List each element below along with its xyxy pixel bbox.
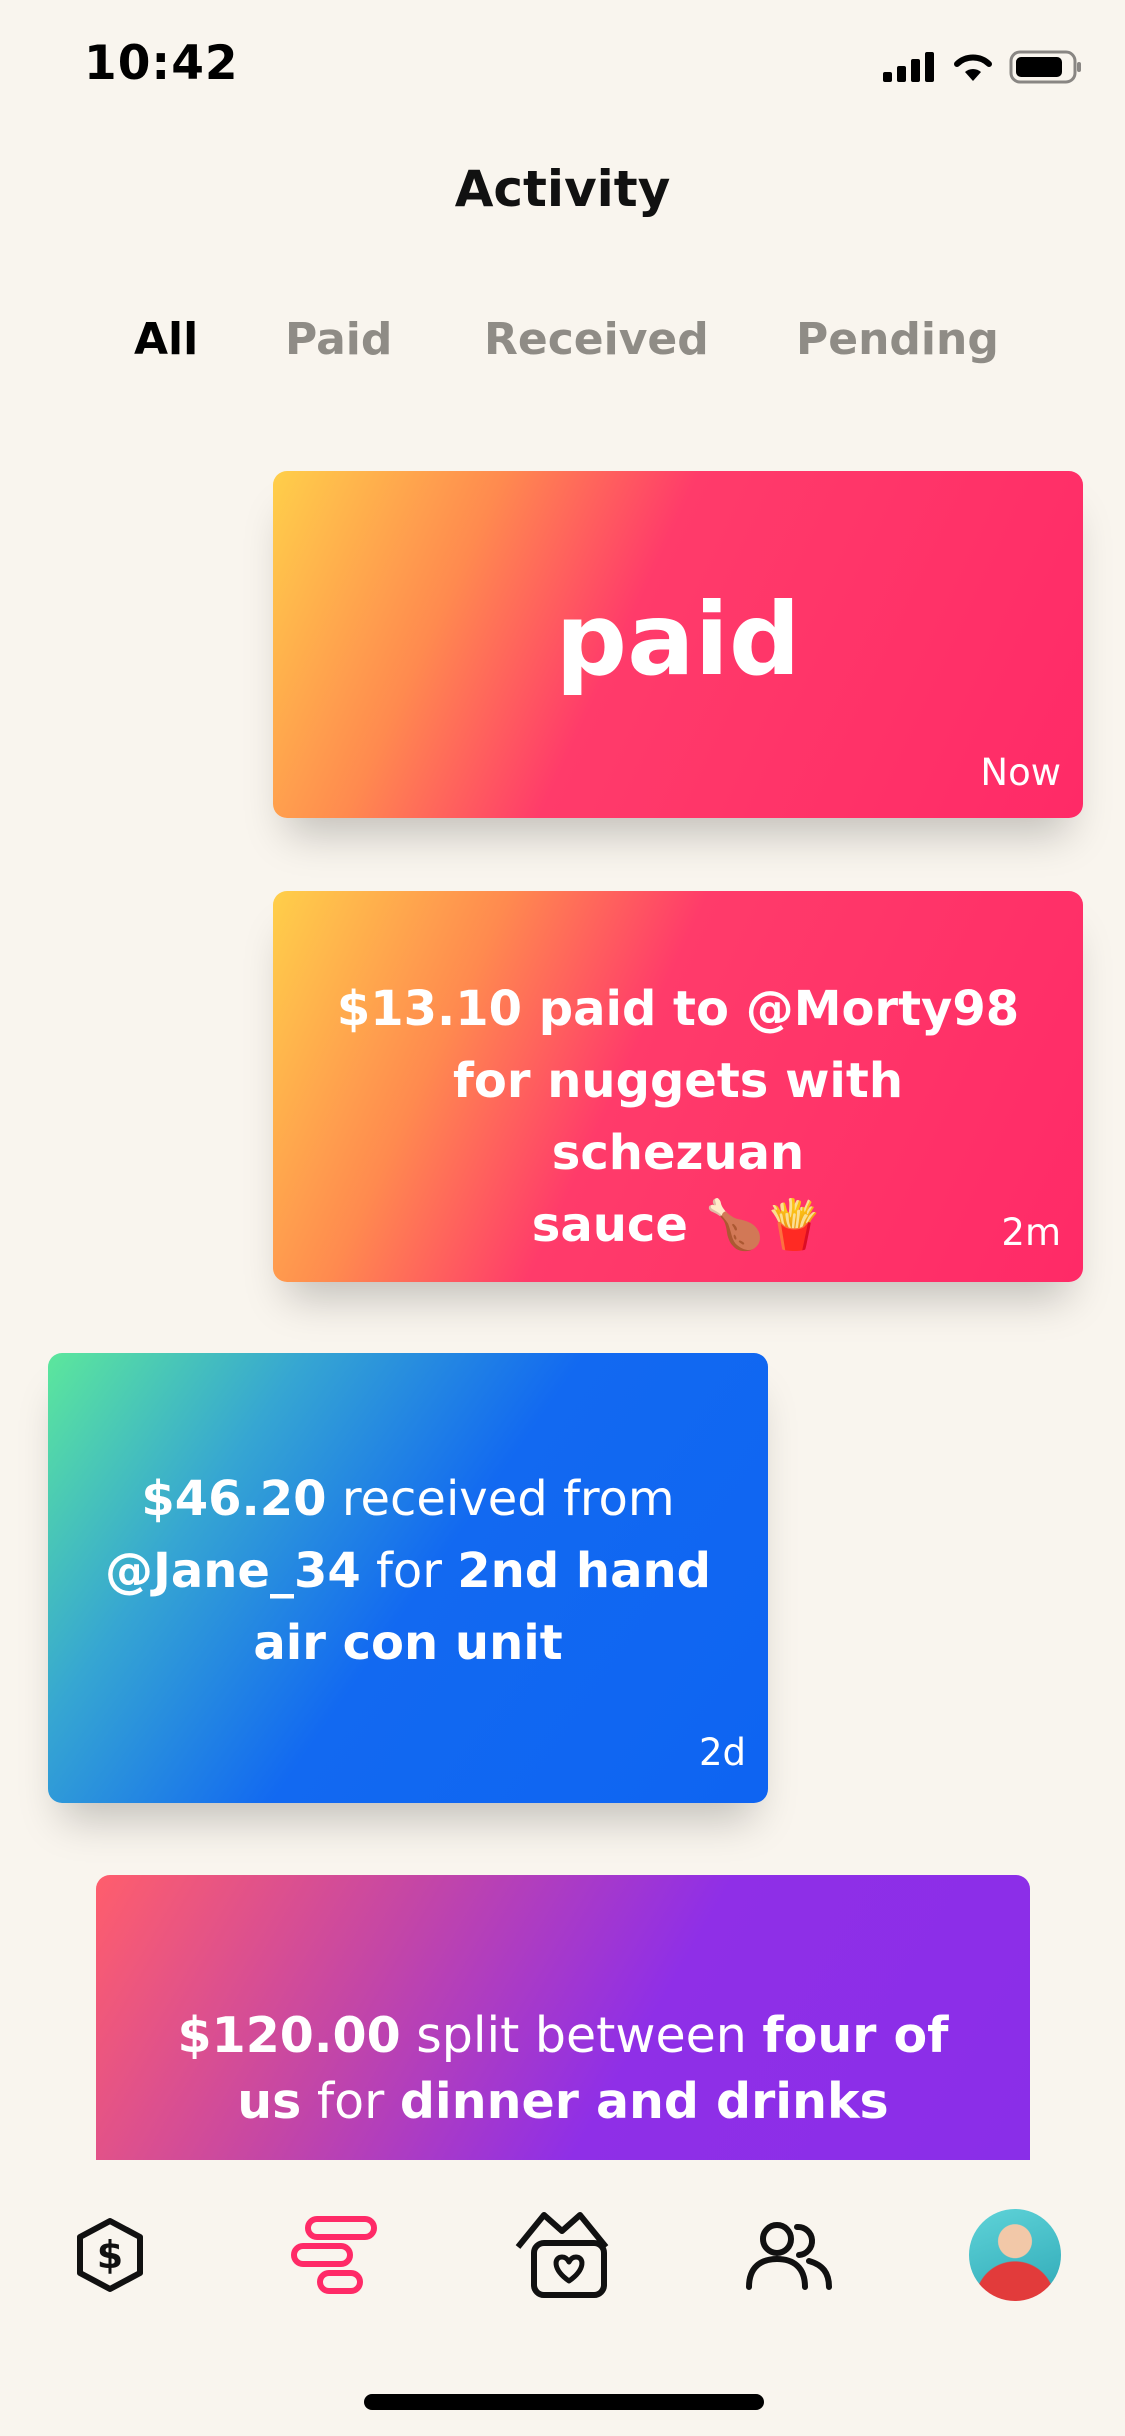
card-amount: $46.20 bbox=[141, 1471, 327, 1527]
people-icon bbox=[746, 2222, 832, 2290]
card-for: for bbox=[301, 2073, 400, 2130]
heart-wallet-icon bbox=[515, 2212, 609, 2298]
tab-paid[interactable]: Paid bbox=[285, 314, 392, 365]
avatar bbox=[969, 2209, 1061, 2301]
card-line: $13.10 paid to @Morty98 bbox=[336, 981, 1020, 1037]
nav-profile[interactable] bbox=[960, 2200, 1070, 2310]
card-item: dinner and drinks bbox=[399, 2073, 889, 2130]
tab-pending[interactable]: Pending bbox=[796, 314, 999, 365]
nav-activity[interactable] bbox=[280, 2200, 390, 2310]
status-icons bbox=[883, 50, 1083, 84]
card-amount: $120.00 bbox=[177, 2007, 401, 2064]
tab-all[interactable]: All bbox=[134, 314, 198, 365]
card-verb: split between bbox=[400, 2007, 763, 2064]
activity-card-paid-now[interactable]: paid Now bbox=[273, 471, 1083, 818]
nav-friends[interactable] bbox=[734, 2200, 844, 2310]
card-headline: paid bbox=[555, 581, 801, 698]
dollar-hexagon-icon: $ bbox=[77, 2218, 143, 2292]
nav-pay[interactable]: $ bbox=[55, 2200, 165, 2310]
card-time: 2d bbox=[698, 1731, 746, 1774]
card-time: 2m bbox=[1001, 1211, 1061, 1254]
activity-card-split-dinner[interactable]: $120.00 split between four of us for din… bbox=[96, 1875, 1030, 2165]
card-user: @Jane_34 bbox=[104, 1543, 361, 1599]
tab-received[interactable]: Received bbox=[484, 314, 709, 365]
card-description: $120.00 split between four of us for din… bbox=[96, 2003, 1030, 2135]
battery-icon bbox=[1009, 50, 1081, 84]
home-indicator bbox=[364, 2394, 764, 2410]
status-time: 10:42 bbox=[84, 36, 239, 91]
page-title: Activity bbox=[454, 160, 671, 218]
svg-text:$: $ bbox=[97, 2233, 123, 2277]
activity-bars-icon bbox=[291, 2216, 377, 2294]
activity-screen: 10:42 Activity All Paid Received Pending… bbox=[0, 0, 1125, 2436]
wifi-icon bbox=[954, 54, 992, 81]
cellular-signal-icon bbox=[883, 52, 934, 82]
card-for: for bbox=[360, 1543, 458, 1599]
card-time: Now bbox=[980, 751, 1061, 794]
activity-card-received-jane[interactable]: $46.20 received from @Jane_34 for 2nd ha… bbox=[48, 1353, 768, 1803]
card-line: sauce 🍗🍟 bbox=[531, 1197, 825, 1253]
card-verb: received from bbox=[326, 1471, 675, 1527]
nav-wallet[interactable] bbox=[507, 2200, 617, 2310]
card-line: for nuggets with schezuan bbox=[453, 1053, 903, 1181]
activity-card-paid-morty[interactable]: $13.10 paid to @Morty98 for nuggets with… bbox=[273, 891, 1083, 1282]
card-description: $46.20 received from @Jane_34 for 2nd ha… bbox=[48, 1463, 768, 1679]
filter-tabs: All Paid Received Pending bbox=[0, 314, 1125, 374]
card-description: $13.10 paid to @Morty98 for nuggets with… bbox=[273, 973, 1083, 1261]
